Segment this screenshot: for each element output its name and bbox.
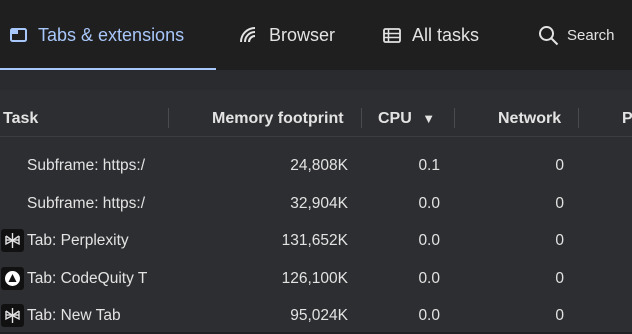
list-icon [383, 27, 401, 43]
table-row[interactable]: Subframe: https:/ 24,808K 0.1 0 [0, 147, 632, 184]
column-header-next[interactable]: P [622, 110, 632, 128]
memory-value: 24,808K [290, 157, 348, 174]
perplexity-icon [1, 304, 24, 327]
cpu-value: 0.0 [418, 307, 440, 324]
tabs-icon [10, 28, 27, 42]
perplexity-icon [1, 229, 24, 252]
tab-bar: Tabs & extensions Browser All tasks Sear… [0, 0, 632, 70]
network-value: 0 [555, 157, 564, 174]
network-value: 0 [555, 270, 564, 287]
table-row[interactable]: Tab: CodeQuity T 126,100K 0.0 0 [0, 260, 632, 297]
column-header-cpu[interactable]: CPU ▼ [378, 110, 435, 128]
column-separator[interactable] [168, 108, 169, 128]
tab-label: All tasks [412, 24, 480, 45]
search-label: Search [567, 26, 615, 44]
memory-value: 126,100K [281, 270, 348, 287]
task-name: Tab: Perplexity [27, 232, 129, 249]
task-name: Subframe: https:/ [27, 195, 146, 212]
task-name: Subframe: https:/ [27, 157, 146, 174]
cpu-label: CPU [378, 110, 412, 127]
column-header-network[interactable]: Network [498, 110, 561, 128]
tab-all-tasks[interactable]: All tasks [383, 0, 479, 70]
cpu-value: 0.0 [418, 195, 440, 212]
search-icon [538, 25, 559, 46]
tab-browser[interactable]: Browser [238, 0, 335, 70]
column-separator[interactable] [454, 108, 455, 128]
memory-value: 131,652K [281, 232, 348, 249]
task-name: Tab: CodeQuity T [27, 270, 148, 287]
memory-value: 32,904K [290, 195, 348, 212]
header-divider [0, 136, 632, 137]
cpu-value: 0.0 [418, 270, 440, 287]
cpu-value: 0.0 [418, 232, 440, 249]
network-value: 0 [555, 232, 564, 249]
network-value: 0 [555, 307, 564, 324]
divider [0, 70, 632, 90]
column-header-memory[interactable]: Memory footprint [212, 110, 344, 128]
task-name: Tab: New Tab [27, 307, 121, 324]
column-separator[interactable] [361, 108, 362, 128]
search-button[interactable]: Search [538, 0, 615, 70]
codequity-icon [1, 267, 24, 290]
cpu-value: 0.1 [418, 157, 440, 174]
tab-label: Browser [269, 24, 336, 45]
table-row[interactable]: Tab: New Tab 95,024K 0.0 0 [0, 297, 632, 334]
table-row[interactable]: Subframe: https:/ 32,904K 0.0 0 [0, 185, 632, 222]
memory-value: 95,024K [290, 307, 348, 324]
column-separator[interactable] [578, 108, 579, 128]
table-row[interactable]: Tab: Perplexity 131,652K 0.0 0 [0, 222, 632, 259]
sort-descending-icon: ▼ [422, 111, 436, 126]
tab-label: Tabs & extensions [38, 24, 185, 45]
column-header-task[interactable]: Task [3, 110, 38, 128]
network-value: 0 [555, 195, 564, 212]
browser-icon [238, 25, 258, 45]
tab-tabs-extensions[interactable]: Tabs & extensions [0, 0, 216, 70]
